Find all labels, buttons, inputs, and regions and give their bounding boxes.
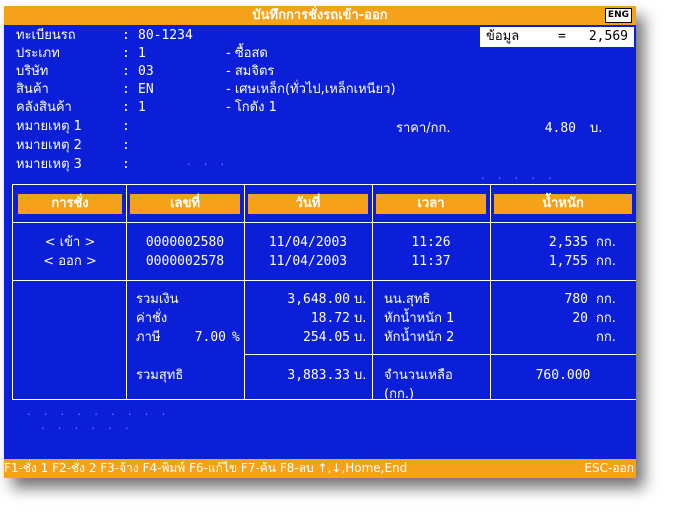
col-header-doc-no[interactable]: เลขที่ <box>130 194 240 214</box>
remark3-input[interactable]: : <box>122 156 130 174</box>
field-colon: : <box>122 46 130 61</box>
deduct2-label: หักน้ำหนัก 2 <box>384 330 455 345</box>
row-out-date[interactable]: 11/04/2003 <box>248 253 368 271</box>
net-total-unit: บ. <box>354 368 367 383</box>
field-product-label: สินค้า <box>16 82 49 97</box>
deduct2-unit: กก. <box>596 330 616 345</box>
window-title-bar: บันทึกการชั่งรถเข้า-ออก ENG <box>4 6 636 25</box>
column-divider <box>244 184 245 400</box>
function-key-bar: F1-ชั่ง 1 F2-ชั่ง 2 F3-จ้าง F4-พิมพ์ F6-… <box>4 459 636 478</box>
noise-dots: . . . . . <box>480 172 556 182</box>
total-label: รวมเงิน <box>136 292 179 307</box>
remaining-value: 760.000 <box>535 368 591 383</box>
field-plate-label: ทะเบียนรถ <box>16 28 76 43</box>
net-weight-unit: กก. <box>596 292 616 307</box>
deduct1-value[interactable]: 20 <box>494 310 588 328</box>
price-label: ราคา/กก. <box>396 121 451 136</box>
col-header-time[interactable]: เวลา <box>376 194 486 214</box>
total-value: 3,648.00 <box>287 292 350 307</box>
field-type-label: ประเภท <box>16 46 60 61</box>
noise-dots: . . . . . . . . . <box>26 408 170 418</box>
price-unit: บ. <box>590 121 603 136</box>
col-header-weighing[interactable]: การชั่ง <box>18 194 122 214</box>
product-desc: - เศษเหล็ก(ทั่วไป,เหล็กเหนียว) <box>226 82 396 97</box>
dos-screen: บันทึกการชั่งรถเข้า-ออก ENG ทะเบียนรถ : … <box>4 6 636 478</box>
net-weight-value: 780 <box>564 292 588 307</box>
deduct1-unit: กก. <box>596 311 616 326</box>
tax-rate[interactable]: 7.00 <box>174 329 226 347</box>
row-divider <box>244 354 636 355</box>
window-title: บันทึกการชั่งรถเข้า-ออก <box>252 8 388 23</box>
noise-dots: . . . . . . <box>40 422 133 432</box>
field-colon: : <box>122 100 130 115</box>
row-in-time[interactable]: 11:26 <box>376 234 486 252</box>
total-unit: บ. <box>354 292 367 307</box>
warehouse-desc: - โกดัง 1 <box>226 100 277 115</box>
price-value[interactable]: 4.80 <box>504 120 576 138</box>
tax-value: 254.05 <box>303 330 350 345</box>
field-remark2-label: หมายเหตุ 2 <box>16 138 82 153</box>
plate-input[interactable]: 80-1234 <box>138 27 193 45</box>
deduct1-label: หักน้ำหนัก 1 <box>384 311 455 326</box>
type-input[interactable]: 1 <box>138 45 146 63</box>
tax-unit: บ. <box>354 330 367 345</box>
row-out-time[interactable]: 11:37 <box>376 253 486 271</box>
product-input[interactable]: EN <box>138 81 154 99</box>
noise-dots: . . . <box>186 158 229 168</box>
col-header-date[interactable]: วันที่ <box>248 194 368 214</box>
field-warehouse-label: คลังสินค้า <box>16 100 72 115</box>
row-out-weight[interactable]: 1,755 <box>494 253 588 271</box>
field-remark1-label: หมายเหตุ 1 <box>16 119 82 134</box>
esc-exit-hint[interactable]: ESC-ออก <box>584 459 634 478</box>
row-divider <box>12 222 636 223</box>
remaining-unit-label: (กก.) <box>384 387 415 402</box>
language-badge[interactable]: ENG <box>604 8 632 23</box>
row-in-weight-unit: กก. <box>596 235 616 250</box>
record-count-box: ข้อมูล = 2,569 <box>480 27 634 47</box>
net-weight-label: นน.สุทธิ <box>384 292 431 307</box>
column-divider <box>126 184 127 400</box>
row-in-weight[interactable]: 2,535 <box>494 234 588 252</box>
company-input[interactable]: 03 <box>138 63 154 81</box>
record-count-value: 2,569 <box>588 29 628 44</box>
field-colon: : <box>122 28 130 43</box>
fee-unit: บ. <box>354 311 367 326</box>
field-remark3-label: หมายเหตุ 3 <box>16 157 82 172</box>
net-total-label: รวมสุทธิ <box>136 368 184 383</box>
field-colon: : <box>122 64 130 79</box>
company-desc: - สมจิตร <box>226 64 275 79</box>
tax-percent-sign: % <box>232 330 240 345</box>
record-count-label: ข้อมูล <box>486 29 520 44</box>
fee-value[interactable]: 18.72 <box>254 310 350 328</box>
field-colon: : <box>122 82 130 97</box>
fee-label: ค่าชั่ง <box>136 311 168 326</box>
row-in-direction[interactable]: < เข้า > <box>18 234 122 252</box>
remark1-input[interactable]: : <box>122 118 130 136</box>
remaining-label: จำนวนเหลือ <box>384 368 453 383</box>
col-header-weight[interactable]: น้ำหนัก <box>494 194 632 214</box>
warehouse-input[interactable]: 1 <box>138 99 146 117</box>
function-keys-hint[interactable]: F1-ชั่ง 1 F2-ชั่ง 2 F3-จ้าง F4-พิมพ์ F6-… <box>4 459 407 478</box>
row-divider <box>12 280 636 281</box>
row-in-date[interactable]: 11/04/2003 <box>248 234 368 252</box>
row-out-weight-unit: กก. <box>596 254 616 269</box>
column-divider <box>372 184 373 400</box>
column-divider <box>490 184 491 400</box>
tax-label: ภาษี <box>136 330 161 345</box>
row-out-doc-no[interactable]: 0000002578 <box>130 253 240 271</box>
remark2-input[interactable]: : <box>122 137 130 155</box>
field-company-label: บริษัท <box>16 64 49 79</box>
record-count-equals: = <box>558 29 566 44</box>
type-desc: - ซื้อสด <box>226 46 268 61</box>
row-out-direction[interactable]: < ออก > <box>18 253 122 271</box>
net-total-value: 3,883.33 <box>287 368 350 383</box>
row-in-doc-no[interactable]: 0000002580 <box>130 234 240 252</box>
